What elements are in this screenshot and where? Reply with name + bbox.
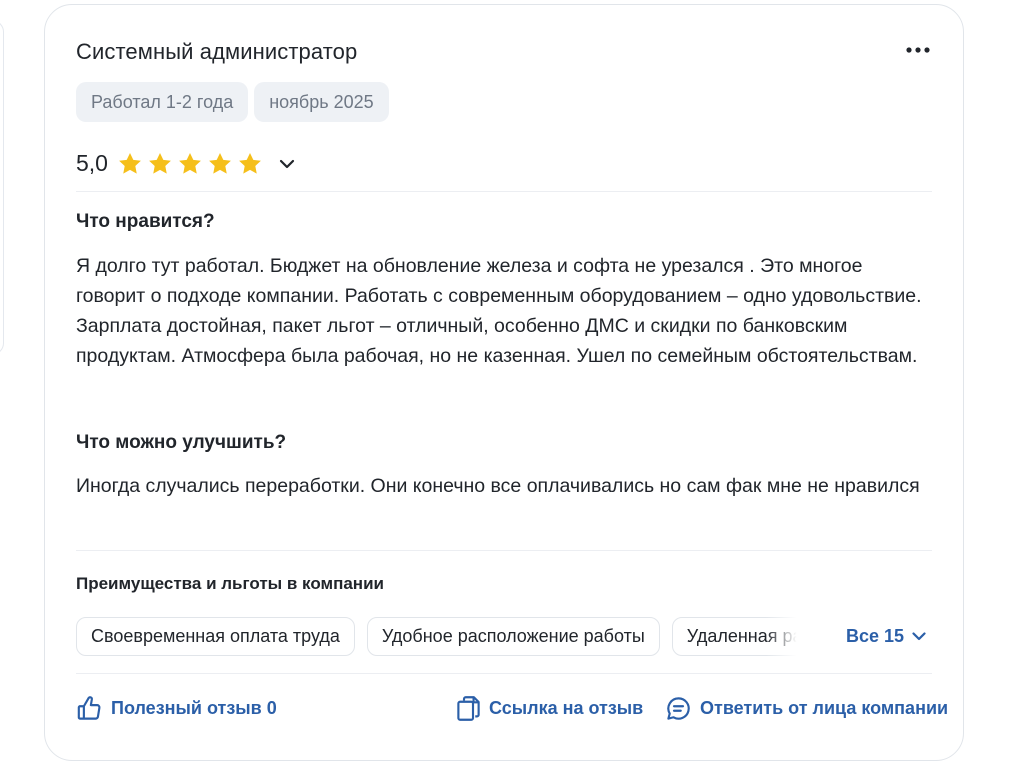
rating-value: 5,0: [76, 150, 108, 176]
copy-link-button[interactable]: Ссылка на отзыв: [456, 695, 643, 722]
rating-stars: [117, 151, 263, 177]
copy-icon: [457, 696, 480, 721]
likes-heading: Что нравится?: [76, 211, 215, 232]
reply-label: Ответить от лица компании: [700, 698, 949, 718]
review-actions: Полезный отзыв 0 Ссылка на отзыв Ответит…: [76, 695, 948, 727]
benefit-chip: Своевременная оплата труда: [76, 616, 355, 656]
rating-row: 5,0: [76, 150, 299, 177]
likes-text: Я долго тут работал. Бюджет на обновлени…: [76, 255, 922, 367]
star-icon: [119, 152, 141, 174]
improve-heading: Что можно улучшить?: [76, 432, 287, 453]
copy-link-label: Ссылка на отзыв: [489, 698, 644, 718]
benefits-row: Своевременная оплата труда Удобное распо…: [76, 616, 936, 656]
tag-date: ноябрь 2025: [254, 82, 389, 122]
thumbs-up-icon: [77, 696, 101, 720]
star-icon: [209, 152, 231, 174]
adjacent-card-edge: [0, 20, 4, 355]
review-tags: Работал 1-2 года ноябрь 2025: [76, 82, 389, 122]
improve-text: Иногда случались переработки. Они конечн…: [76, 475, 920, 497]
benefit-chip-list: Своевременная оплата труда Удобное распо…: [76, 616, 802, 656]
all-benefits-button[interactable]: Все 15: [846, 626, 926, 647]
star-icon: [149, 152, 171, 174]
benefits-heading: Преимущества и льготы в компании: [76, 574, 384, 593]
review-card: Системный администратор Работал 1-2 года…: [44, 4, 964, 761]
more-dots-icon: [906, 47, 930, 53]
divider: [76, 550, 932, 551]
rating-details-toggle[interactable]: [275, 152, 299, 176]
reply-as-company-button[interactable]: Ответить от лица компании: [665, 695, 948, 722]
all-benefits-label: Все 15: [846, 625, 905, 646]
chat-bubble-icon: [667, 697, 690, 720]
review-title: Системный администратор: [76, 39, 358, 64]
chevron-down-icon: [279, 159, 295, 168]
benefit-chip: Удаленная работа: [671, 616, 802, 656]
chevron-down-icon: [912, 631, 926, 640]
benefit-chip: Удобное расположение работы: [366, 616, 660, 656]
star-icon: [179, 152, 201, 174]
star-icon: [239, 152, 261, 174]
helpful-button[interactable]: Полезный отзыв 0: [76, 695, 277, 722]
divider: [76, 673, 932, 674]
tag-experience: Работал 1-2 года: [76, 82, 249, 122]
helpful-label: Полезный отзыв 0: [111, 698, 277, 718]
more-options-button[interactable]: [903, 35, 933, 65]
divider: [76, 191, 932, 192]
